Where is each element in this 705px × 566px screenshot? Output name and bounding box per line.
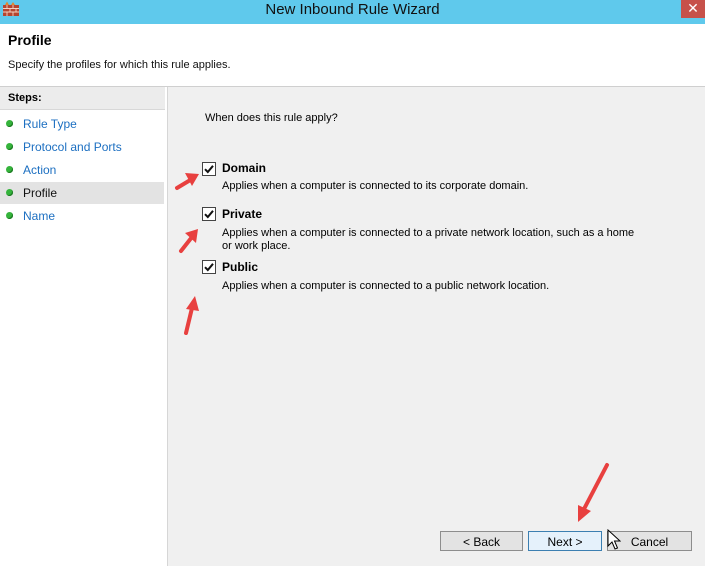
domain-description: Applies when a computer is connected to …	[222, 180, 529, 192]
step-profile[interactable]: Profile	[0, 182, 164, 204]
mouse-pointer-icon	[607, 529, 621, 550]
close-icon: ✕	[687, 0, 699, 16]
public-checkbox[interactable]	[202, 260, 216, 274]
step-label: Name	[23, 209, 56, 223]
step-label: Protocol and Ports	[23, 140, 122, 154]
step-label: Profile	[23, 186, 58, 200]
public-description: Applies when a computer is connected to …	[222, 280, 550, 292]
page-title: Profile	[8, 32, 52, 48]
page-subtitle: Specify the profiles for which this rule…	[8, 59, 231, 71]
step-complete-icon	[6, 166, 13, 173]
steps-sidebar: Steps: Rule Type Protocol and Ports Acti…	[0, 87, 168, 566]
step-complete-icon	[6, 120, 13, 127]
steps-header: Steps:	[0, 87, 165, 110]
checkmark-icon	[204, 210, 214, 219]
question-text: When does this rule apply?	[205, 112, 338, 124]
private-description: Applies when a computer is connected to …	[222, 227, 635, 252]
checkmark-icon	[204, 263, 214, 272]
title-bar: New Inbound Rule Wizard ✕	[0, 0, 705, 24]
private-checkbox[interactable]	[202, 207, 216, 221]
step-pending-icon	[6, 212, 13, 219]
back-button[interactable]: < Back	[440, 531, 523, 551]
private-label[interactable]: Private	[222, 207, 262, 221]
step-name[interactable]: Name	[0, 205, 164, 227]
window-title: New Inbound Rule Wizard	[265, 1, 440, 18]
step-label: Action	[23, 163, 57, 177]
checkmark-icon	[204, 165, 214, 174]
steps-header-label: Steps:	[8, 92, 42, 104]
public-label[interactable]: Public	[222, 260, 258, 274]
domain-label[interactable]: Domain	[222, 161, 266, 175]
step-label: Rule Type	[23, 117, 77, 131]
domain-checkbox[interactable]	[202, 162, 216, 176]
close-button[interactable]: ✕	[681, 0, 705, 18]
profile-content: When does this rule apply? Domain Applie…	[168, 87, 705, 566]
step-complete-icon	[6, 143, 13, 150]
step-protocol-and-ports[interactable]: Protocol and Ports	[0, 136, 164, 158]
wizard-header: Profile Specify the profiles for which t…	[0, 24, 705, 87]
step-current-icon	[6, 189, 13, 196]
next-button[interactable]: Next >	[528, 531, 602, 551]
step-rule-type[interactable]: Rule Type	[0, 113, 164, 135]
step-action[interactable]: Action	[0, 159, 164, 181]
